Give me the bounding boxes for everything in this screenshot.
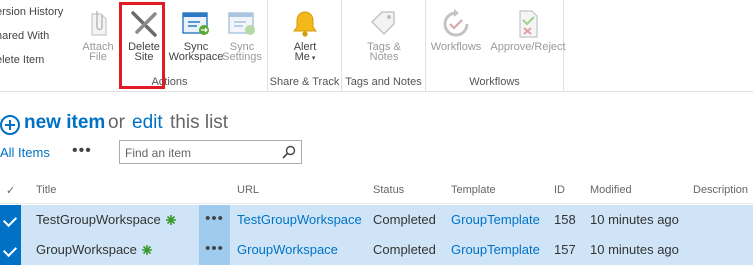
version-history-item[interactable]: ersion History (0, 6, 63, 18)
attach-file-label-2: File (89, 51, 107, 63)
row-url-link[interactable]: TestGroupWorkspace (237, 212, 362, 227)
alert-me-button[interactable]: Alert Me ▾ (279, 4, 331, 64)
approve-reject-label: Approve/Reject (490, 41, 566, 53)
select-all-checkmark-icon[interactable]: ✓ (6, 184, 15, 197)
row-url-link[interactable]: GroupWorkspace (237, 242, 338, 257)
table-header: ✓ Title URL Status Template ID Modified … (0, 178, 753, 204)
approve-reject-button[interactable]: Approve/Reject (490, 4, 566, 64)
workflows-group-label: Workflows (469, 76, 520, 88)
ribbon-group-workflows: Workflows Approve/Reject Workflows (426, 0, 566, 92)
table-row[interactable]: TestGroupWorkspace ••• TestGroupWorkspac… (0, 205, 753, 235)
tags-notes-button[interactable]: Tags & Notes (358, 4, 410, 64)
sync-workspace-icon (182, 12, 209, 35)
ribbon: ersion History hared With elete Item Att… (0, 0, 753, 92)
row-modified: 10 minutes ago (590, 212, 679, 227)
workflows-label: Workflows (430, 41, 482, 53)
table-row[interactable]: GroupWorkspace ••• GroupWorkspace Comple… (0, 235, 753, 265)
view-bar: All Items ••• Find an item (0, 140, 753, 166)
row-status: Completed (373, 242, 436, 257)
share-track-group-label: Share & Track (269, 76, 340, 88)
tag-icon (371, 11, 395, 35)
row-template-link[interactable]: GroupTemplate (451, 212, 540, 227)
shared-with-item[interactable]: hared With (0, 30, 49, 42)
row-modified: 10 minutes ago (590, 242, 679, 257)
ribbon-group-tags-notes: Tags & Notes Tags and Notes (342, 0, 426, 92)
row-id: 157 (554, 242, 576, 257)
column-status[interactable]: Status (373, 184, 404, 196)
delete-item-item[interactable]: elete Item (0, 54, 44, 66)
column-description[interactable]: Description (693, 184, 748, 196)
plus-circle-icon[interactable] (0, 115, 20, 135)
delete-site-highlight (119, 2, 165, 89)
row-select-checkbox[interactable] (0, 235, 21, 265)
new-item-icon (141, 245, 152, 255)
ribbon-left-list: ersion History hared With elete Item (0, 0, 72, 92)
sync-settings-icon (228, 12, 255, 35)
column-id[interactable]: ID (554, 184, 565, 196)
column-title[interactable]: Title (36, 184, 56, 196)
workflow-icon (443, 9, 469, 37)
sync-settings-button[interactable]: Sync Settings (216, 4, 268, 64)
column-url[interactable]: URL (237, 184, 259, 196)
row-title-text: GroupWorkspace (36, 242, 137, 257)
ellipsis-icon: ••• (205, 210, 224, 227)
sync-settings-label-2: Settings (222, 51, 262, 63)
chevron-down-icon: ▾ (309, 55, 316, 62)
row-more-button[interactable]: ••• (199, 235, 230, 265)
new-item-icon (165, 215, 176, 225)
ribbon-group-share-track: Alert Me ▾ Share & Track (268, 0, 342, 92)
row-title: TestGroupWorkspace (36, 212, 176, 227)
ribbon-group-actions: Attach File Delete Site Sync Workspace S… (72, 0, 268, 92)
ellipsis-icon: ••• (205, 240, 224, 257)
all-items-view[interactable]: All Items (0, 145, 50, 160)
search-placeholder: Find an item (125, 146, 192, 160)
tags-notes-group-label: Tags and Notes (345, 76, 422, 88)
row-status: Completed (373, 212, 436, 227)
row-title: GroupWorkspace (36, 242, 152, 257)
edit-link[interactable]: edit (132, 112, 163, 134)
bell-icon (293, 11, 317, 37)
paperclip-icon (91, 11, 107, 36)
this-list-text: this list (170, 112, 229, 133)
row-more-button[interactable]: ••• (199, 205, 230, 235)
row-title-text: TestGroupWorkspace (36, 212, 161, 227)
tags-notes-label-2: Notes (369, 51, 399, 63)
row-template-link[interactable]: GroupTemplate (451, 242, 540, 257)
row-select-checkbox[interactable] (0, 205, 21, 235)
or-text: or (108, 112, 125, 133)
search-icon[interactable] (282, 145, 296, 159)
workflows-button[interactable]: Workflows (430, 4, 482, 64)
more-views-button[interactable]: ••• (72, 142, 92, 160)
column-template[interactable]: Template (451, 184, 496, 196)
row-id: 158 (554, 212, 576, 227)
column-modified[interactable]: Modified (590, 184, 632, 196)
approve-reject-icon (519, 10, 538, 38)
actions-group-label: Actions (151, 76, 188, 88)
search-box[interactable]: Find an item (119, 140, 302, 164)
alert-me-label-2: Me (294, 51, 310, 63)
new-item-link[interactable]: new item (24, 112, 105, 134)
